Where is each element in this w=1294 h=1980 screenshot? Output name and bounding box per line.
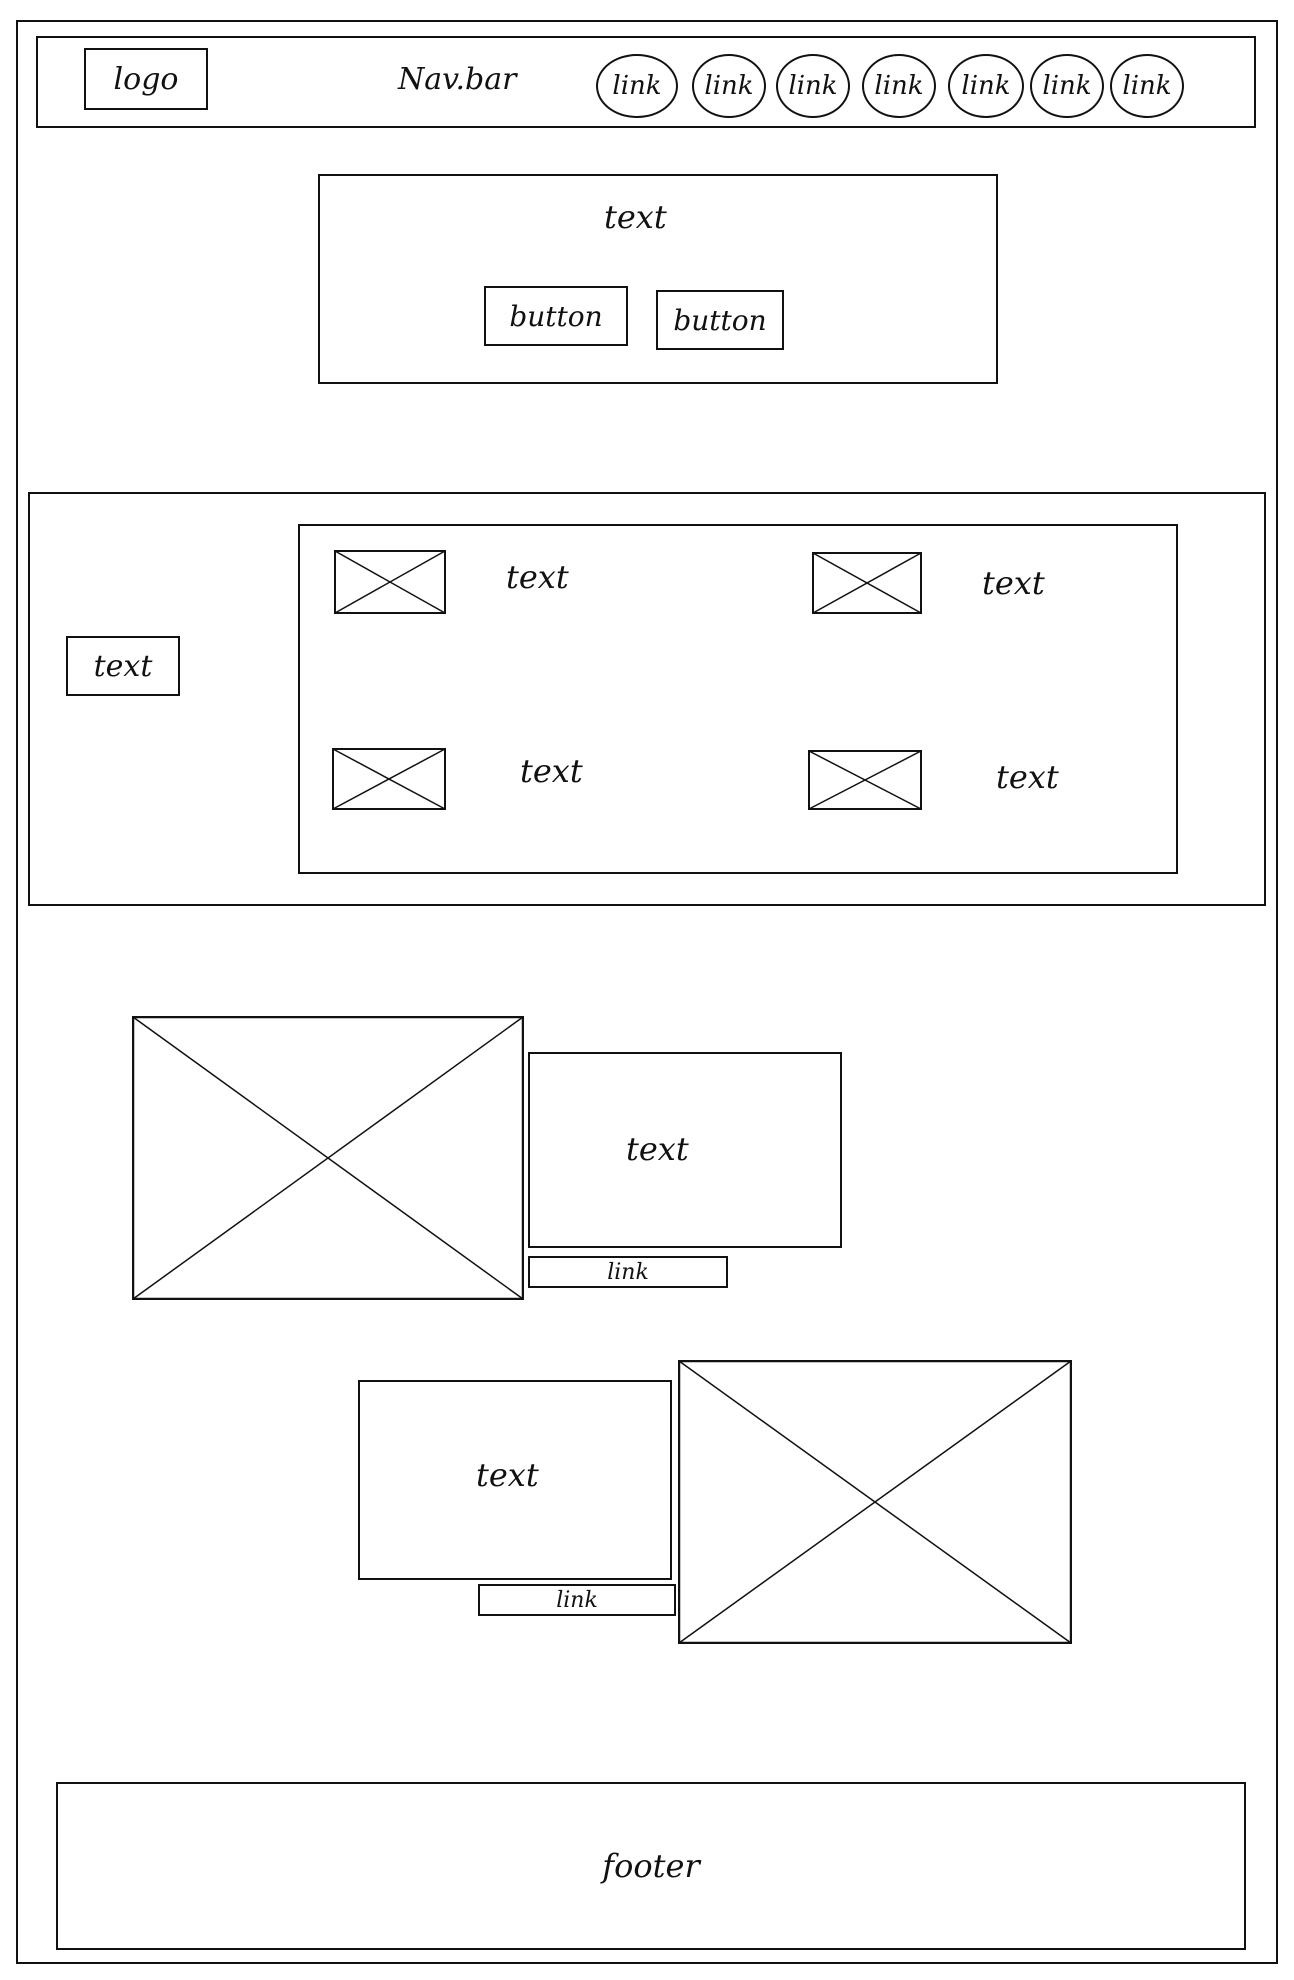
feature-image-3 bbox=[332, 748, 446, 810]
feature-text-2: text bbox=[982, 564, 1045, 602]
hero-button-1[interactable]: button bbox=[484, 286, 628, 346]
feature-text-3: text bbox=[520, 752, 583, 790]
feature-text-4: text bbox=[996, 758, 1059, 796]
nav-link-5-label: link bbox=[961, 71, 1011, 101]
hero-button-2-label: button bbox=[673, 303, 767, 337]
content-image-1 bbox=[132, 1016, 524, 1300]
nav-link-3-label: link bbox=[788, 71, 838, 101]
logo-label: logo bbox=[113, 61, 179, 97]
navbar-title: Nav.bar bbox=[398, 62, 517, 97]
hero-button-2[interactable]: button bbox=[656, 290, 784, 350]
footer-label: footer bbox=[602, 1847, 700, 1885]
content-image-2 bbox=[678, 1360, 1072, 1644]
nav-link-2[interactable]: link bbox=[692, 54, 766, 118]
nav-link-4-label: link bbox=[874, 71, 924, 101]
content-link-2[interactable]: link bbox=[478, 1584, 676, 1616]
nav-link-1[interactable]: link bbox=[596, 54, 678, 118]
nav-link-6[interactable]: link bbox=[1030, 54, 1104, 118]
content-text-1: text bbox=[626, 1130, 689, 1168]
nav-link-5[interactable]: link bbox=[948, 54, 1024, 118]
nav-link-7[interactable]: link bbox=[1110, 54, 1184, 118]
content-link-1[interactable]: link bbox=[528, 1256, 728, 1288]
hero-button-1-label: button bbox=[509, 299, 603, 333]
nav-link-3[interactable]: link bbox=[776, 54, 850, 118]
nav-link-2-label: link bbox=[704, 71, 754, 101]
feature-text-1: text bbox=[506, 558, 569, 596]
hero-text: text bbox=[604, 198, 667, 236]
features-side-text-label: text bbox=[93, 648, 153, 684]
footer: footer bbox=[56, 1782, 1246, 1950]
content-text-2: text bbox=[476, 1456, 539, 1494]
feature-image-2 bbox=[812, 552, 922, 614]
feature-image-4 bbox=[808, 750, 922, 810]
feature-image-1 bbox=[334, 550, 446, 614]
features-side-text: text bbox=[66, 636, 180, 696]
nav-link-1-label: link bbox=[612, 71, 662, 101]
content-link-1-label: link bbox=[607, 1259, 649, 1285]
nav-link-6-label: link bbox=[1042, 71, 1092, 101]
nav-link-7-label: link bbox=[1122, 71, 1172, 101]
nav-link-4[interactable]: link bbox=[862, 54, 936, 118]
logo[interactable]: logo bbox=[84, 48, 208, 110]
content-link-2-label: link bbox=[556, 1587, 598, 1613]
